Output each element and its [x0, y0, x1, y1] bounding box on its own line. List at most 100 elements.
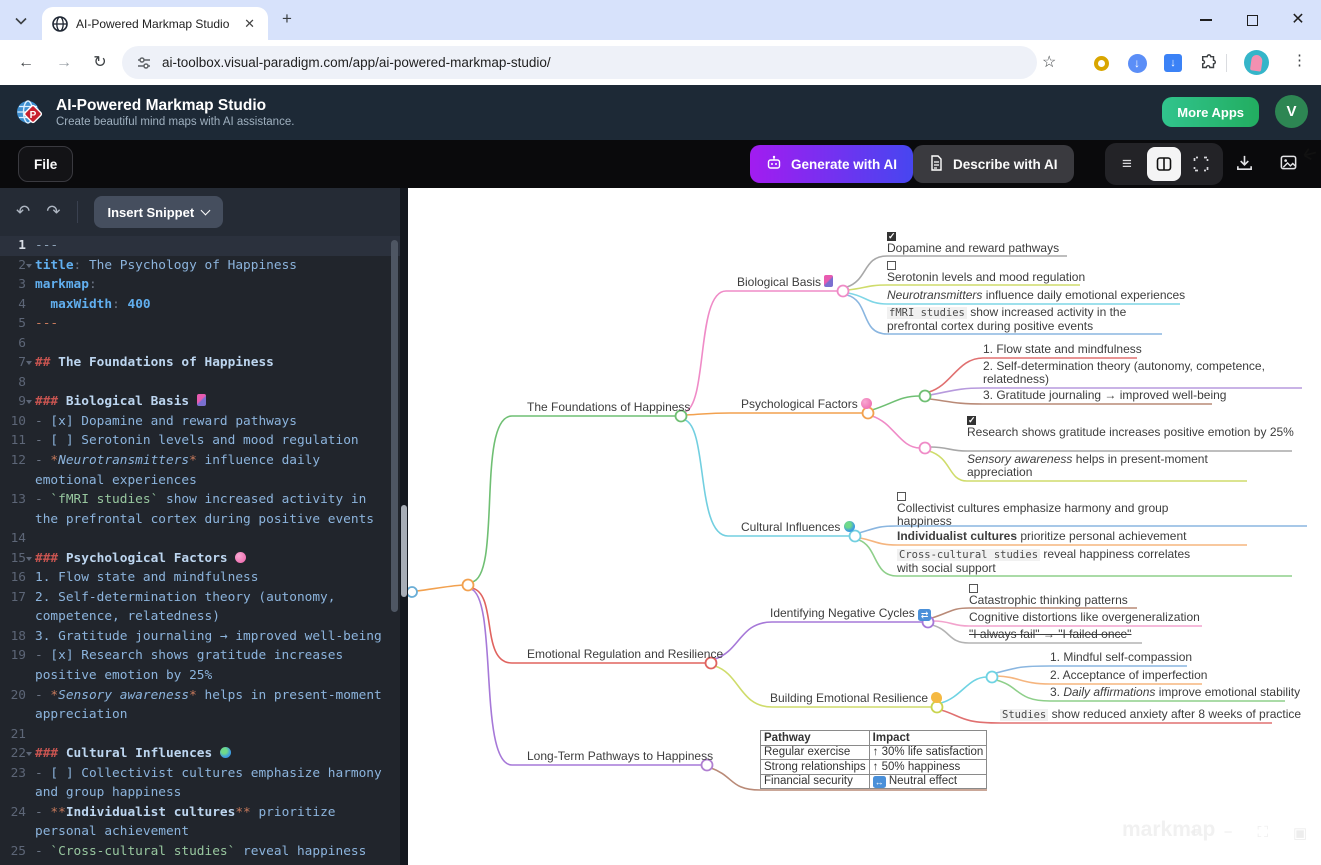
mindmap-canvas[interactable]: The Foundations of Happiness Biological B…	[408, 188, 1321, 865]
app-toolbar: File Generate with AI Describe with AI ≡	[0, 140, 1321, 188]
download-icon[interactable]	[1235, 153, 1254, 177]
code-line-17: 172. Self-determination theory (autonomy…	[0, 588, 400, 627]
map-node-collectivist-cultures[interactable]: Collectivist cultures emphasize harmony …	[897, 492, 1199, 528]
table-row: Strong relationships↑ 50% happiness	[761, 760, 987, 775]
zoom-out-icon[interactable]: −	[1224, 824, 1233, 842]
back-button[interactable]: ←	[14, 51, 38, 75]
insert-snippet-button[interactable]: Insert Snippet	[94, 196, 224, 228]
map-node-sensory-awareness[interactable]: Sensory awareness helps in present-momen…	[967, 453, 1229, 479]
map-node-always-fail[interactable]: "I always fail" → "I failed once"	[969, 628, 1131, 641]
code-line-10: 10- [x] Dopamine and reward pathways	[0, 412, 400, 432]
fit-view-icon[interactable]: ⛶	[1258, 824, 1269, 842]
checked-checkbox[interactable]	[967, 416, 976, 425]
map-branch-cultural-influences[interactable]: Cultural Influences	[741, 520, 855, 534]
reload-button[interactable]: ↻	[88, 51, 112, 75]
zoom-in-icon[interactable]: +	[1190, 824, 1199, 842]
window-close-button[interactable]: ✕	[1275, 0, 1321, 40]
neutral-arrows-icon: ↔	[873, 776, 886, 788]
map-branch-biological-basis[interactable]: Biological Basis	[737, 275, 833, 289]
code-line-8: 8	[0, 373, 400, 393]
map-branch-emotional-regulation-and-resilience[interactable]: Emotional Regulation and Resilience	[527, 647, 723, 661]
map-node-self-determination[interactable]: 2. Self-determination theory (autonomy, …	[983, 360, 1295, 386]
code-line-23: 23- [ ] Collectivist cultures emphasize …	[0, 764, 400, 803]
bookmark-star-icon[interactable]: ☆	[1042, 52, 1056, 72]
map-node-flow-state[interactable]: 1. Flow state and mindfulness	[983, 343, 1142, 356]
code-line-7: 7## The Foundations of Happiness	[0, 353, 400, 373]
map-node-daily-affirmations[interactable]: 3. Daily affirmations improve emotional …	[1050, 686, 1300, 699]
map-node-studies-anxiety[interactable]: Studies show reduced anxiety after 8 wee…	[1000, 708, 1301, 722]
map-node-cognitive-distortions[interactable]: Cognitive distortions like overgeneraliz…	[969, 611, 1200, 624]
describe-with-ai-button[interactable]: Describe with AI	[913, 145, 1074, 183]
divider-scroll-thumb[interactable]	[401, 505, 407, 597]
code-line-13: 13- `fMRI studies` show increased activi…	[0, 490, 400, 529]
code-line-25: 25- `Cross-cultural studies` reveal happ…	[0, 842, 400, 862]
generate-with-ai-button[interactable]: Generate with AI	[750, 145, 913, 183]
site-settings-tune-icon[interactable]	[136, 55, 152, 71]
editor-only-view-button[interactable]: ≡	[1110, 147, 1144, 181]
code-line-11: 11- [ ] Serotonin levels and mood regula…	[0, 431, 400, 451]
extension-download-square-icon[interactable]: ↓	[1162, 52, 1184, 74]
code-line-24: 24- **Individualist cultures** prioritiz…	[0, 803, 400, 842]
dna-icon	[824, 275, 833, 287]
extensions-puzzle-icon[interactable]	[1198, 52, 1220, 74]
repeat-icon: ⇄	[918, 609, 931, 621]
map-branch-building-emotional-resilience[interactable]: Building Emotional Resilience	[770, 691, 942, 705]
tab-favicon-globe-icon	[52, 16, 68, 32]
map-branch-the-foundations-of-happiness[interactable]: The Foundations of Happiness	[527, 400, 690, 414]
browser-menu-kebab-icon[interactable]: ⋮	[1292, 51, 1307, 69]
undo-icon[interactable]: ↶	[16, 202, 30, 222]
checked-checkbox[interactable]	[887, 232, 896, 241]
map-node-serotonin[interactable]: Serotonin levels and mood regulation	[887, 261, 1085, 284]
window-minimize-button[interactable]	[1183, 0, 1229, 40]
map-node-fmri-studies[interactable]: fMRI studies show increased activity in …	[887, 306, 1169, 333]
browser-tab[interactable]: AI-Powered Markmap Studio ✕	[42, 7, 268, 40]
url-bar[interactable]: ai-toolbox.visual-paradigm.com/app/ai-po…	[122, 46, 1037, 79]
fullscreen-view-button[interactable]	[1184, 147, 1218, 181]
unchecked-checkbox[interactable]	[887, 261, 896, 270]
root-node-circle	[408, 587, 417, 597]
profile-avatar[interactable]	[1244, 50, 1269, 75]
tab-search-chevron-icon[interactable]	[10, 10, 32, 32]
map-node-dopamine[interactable]: Dopamine and reward pathways	[887, 232, 1059, 255]
window-maximize-button[interactable]	[1229, 0, 1275, 40]
unchecked-checkbox[interactable]	[897, 492, 906, 501]
code-line-18: 183. Gratitude journaling → improved wel…	[0, 627, 400, 647]
code-line-1: 1---	[0, 236, 400, 256]
tab-close-icon[interactable]: ✕	[241, 16, 258, 32]
panel-divider[interactable]	[400, 188, 408, 865]
export-image-icon[interactable]	[1279, 153, 1298, 177]
code-editor[interactable]: 1---2title: The Psychology of Happiness3…	[0, 236, 400, 865]
brain-icon	[235, 552, 246, 563]
map-node-catastrophic-thinking[interactable]: Catastrophic thinking patterns	[969, 584, 1128, 607]
map-branch-long-term-pathways-to-happiness[interactable]: Long-Term Pathways to Happiness	[527, 749, 713, 763]
browser-address-bar: ← → ↻ ai-toolbox.visual-paradigm.com/app…	[0, 40, 1321, 85]
globe-icon	[220, 747, 231, 758]
code-line-22: 22### Cultural Influences	[0, 744, 400, 764]
code-line-4: 4 maxWidth: 400	[0, 295, 400, 315]
markdown-editor-panel[interactable]: ↶ ↷ Insert Snippet 1---2title: The Psych…	[0, 188, 400, 865]
forward-button[interactable]: →	[52, 51, 76, 75]
redo-icon[interactable]: ↷	[46, 202, 60, 222]
map-node-cross-cultural-studies[interactable]: Cross-cultural studies reveal happiness …	[897, 548, 1209, 575]
extension-download-circle-icon[interactable]: ↓	[1126, 52, 1148, 74]
map-node-gratitude-journaling[interactable]: 3. Gratitude journaling → improved well-…	[983, 389, 1226, 402]
split-view-button[interactable]	[1147, 147, 1181, 181]
chevron-down-icon	[201, 205, 211, 215]
map-node-individualist-cultures[interactable]: Individualist cultures prioritize person…	[897, 530, 1186, 543]
map-branch-psychological-factors[interactable]: Psychological Factors	[741, 397, 872, 411]
user-avatar[interactable]: V	[1275, 95, 1308, 128]
extension-ring-icon[interactable]	[1090, 52, 1112, 74]
map-node-acceptance-imperfection[interactable]: 2. Acceptance of imperfection	[1050, 669, 1207, 682]
code-line-3: 3markmap:	[0, 275, 400, 295]
editor-scrollbar[interactable]	[391, 240, 398, 612]
map-node-research-gratitude[interactable]: Research shows gratitude increases posit…	[967, 416, 1297, 439]
map-node-mindful-self-compassion[interactable]: 1. Mindful self-compassion	[1050, 651, 1192, 664]
map-node-neurotransmitters[interactable]: Neurotransmitters influence daily emotio…	[887, 289, 1185, 302]
new-tab-button[interactable]: +	[282, 9, 292, 29]
unchecked-checkbox[interactable]	[969, 584, 978, 593]
more-apps-button[interactable]: More Apps	[1162, 97, 1259, 127]
url-text: ai-toolbox.visual-paradigm.com/app/ai-po…	[162, 55, 551, 70]
frame-icon[interactable]: ▣	[1293, 824, 1307, 842]
file-menu-button[interactable]: File	[18, 146, 73, 182]
map-branch-identifying-negative-cycles[interactable]: Identifying Negative Cycles ⇄	[770, 606, 931, 621]
